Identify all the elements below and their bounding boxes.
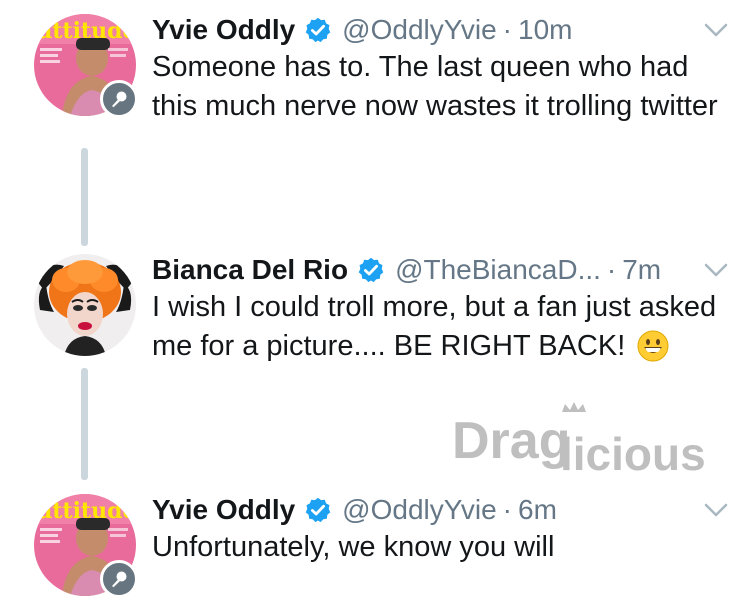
audio-badge <box>100 80 138 118</box>
watermark-text-licious: licious <box>560 428 706 480</box>
separator-dot: · <box>502 494 512 525</box>
display-name[interactable]: Bianca Del Rio <box>152 254 348 286</box>
crown-icon <box>562 402 586 412</box>
tweet-text: I wish I could troll more, but a fan jus… <box>152 288 732 366</box>
username[interactable]: @OddlyYvie <box>342 494 497 526</box>
chevron-down-icon[interactable] <box>702 18 730 42</box>
timestamp[interactable]: 10m <box>518 14 572 46</box>
tweet-header: Bianca Del Rio @TheBiancaD... · 7m <box>152 252 730 288</box>
separator-dot: · <box>502 14 512 45</box>
username[interactable]: @OddlyYvie <box>342 14 497 46</box>
separator-dot: · <box>606 254 617 285</box>
tweet[interactable]: attitude Yvie Oddly @OddlyYvie · 10m Som… <box>0 0 750 240</box>
tweet-header: Yvie Oddly @OddlyYvie · 6m <box>152 492 730 528</box>
tweet-header: Yvie Oddly @OddlyYvie · 10m <box>152 12 730 48</box>
tweet-text-content: I wish I could troll more, but a fan jus… <box>152 291 717 362</box>
display-name[interactable]: Yvie Oddly <box>152 14 295 46</box>
verified-badge-icon <box>305 17 331 43</box>
tweet-text: Unfortunately, we know you will <box>152 531 555 563</box>
chevron-down-icon[interactable] <box>702 258 730 282</box>
audio-badge <box>100 560 138 598</box>
watermark-text-drag: Drag <box>452 412 570 470</box>
avatar-image <box>34 254 136 356</box>
tweet[interactable]: attitude Yvie Oddly @OddlyYvie · 6m Unfo… <box>0 480 750 608</box>
timestamp[interactable]: 7m <box>622 254 661 286</box>
grinning-face-emoji-icon <box>637 330 669 362</box>
microphone-icon <box>112 571 127 588</box>
draglicious-watermark-logo: Drag licious <box>452 402 706 480</box>
microphone-icon <box>112 91 127 108</box>
display-name[interactable]: Yvie Oddly <box>152 494 295 526</box>
chevron-down-icon[interactable] <box>702 498 730 522</box>
verified-badge-icon <box>305 497 331 523</box>
username[interactable]: @TheBiancaD... <box>395 254 601 286</box>
timestamp[interactable]: 6m <box>518 494 557 526</box>
tweet-text: Someone has to. The last queen who had t… <box>152 51 718 122</box>
avatar[interactable] <box>34 254 136 356</box>
verified-badge-icon <box>358 257 384 283</box>
